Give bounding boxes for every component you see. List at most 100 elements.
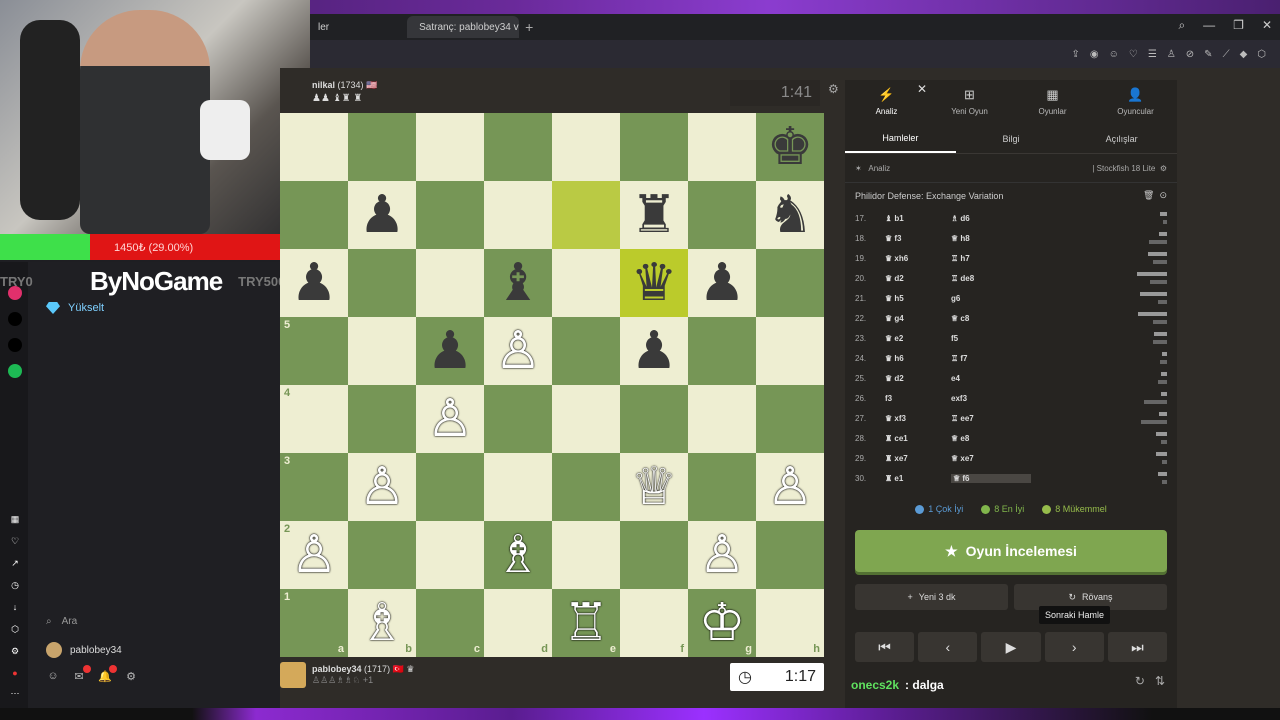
subtab-acilislar[interactable]: Açılışlar (1066, 124, 1177, 153)
check-circle-icon[interactable]: ⊙ (1159, 190, 1167, 200)
white-move[interactable]: ♛ h5 (885, 294, 951, 303)
black-move[interactable]: exf3 (951, 394, 1031, 403)
grid-icon[interactable]: ▦ (8, 512, 22, 526)
settings-icon[interactable]: ⚙ (8, 644, 22, 658)
user-profile[interactable]: pablobey34 (46, 642, 122, 658)
board-square[interactable]: ♝ (484, 249, 552, 317)
black-piece-icon[interactable]: ♞ (767, 189, 814, 241)
board-square[interactable] (756, 385, 824, 453)
board-square[interactable]: ♞ (756, 181, 824, 249)
board-square[interactable] (416, 453, 484, 521)
board-square[interactable] (688, 453, 756, 521)
chess-board[interactable]: ♚ ♟ ♜ ♞ ♟ ♝ ♛ ♟ 5 ♟ ♙ ♟ 4 ♙ 3 ♙ ♕ ♙ ♙ 2 ♗ ♙ 1 a ♗ b c d ♖ e f ♔ g h (280, 113, 824, 657)
opening-name[interactable]: Philidor Defense: Exchange Variation (855, 191, 1003, 201)
black-move[interactable]: ♖ ee7 (951, 414, 1031, 423)
board-square[interactable] (688, 181, 756, 249)
diamond-icon[interactable]: ◆ (1240, 49, 1248, 60)
board-square[interactable]: ♟ (348, 181, 416, 249)
white-move[interactable]: ♝ b1 (885, 214, 951, 223)
board-square[interactable]: ♙ 2 (280, 521, 348, 589)
black-move[interactable]: g6 (951, 294, 1031, 303)
share-icon[interactable]: ⇪ (1072, 49, 1080, 60)
board-square[interactable] (484, 385, 552, 453)
board-square[interactable]: ♙ (756, 453, 824, 521)
tiktok-icon[interactable] (8, 312, 22, 326)
new-tab-button[interactable]: + (525, 19, 533, 35)
flip-board-icon[interactable]: ⇅ (1155, 674, 1165, 688)
board-square[interactable]: ♙ (484, 317, 552, 385)
board-square[interactable] (280, 181, 348, 249)
board-square[interactable] (416, 181, 484, 249)
black-move[interactable]: ♖ f7 (951, 354, 1031, 363)
tab-yeni-oyun[interactable]: ⊞ Yeni Oyun (928, 80, 1011, 122)
pen-icon[interactable]: ✎ (1204, 49, 1212, 60)
board-square[interactable] (688, 113, 756, 181)
player-avatar[interactable] (280, 662, 306, 688)
summary-best[interactable]: 8 En İyi (981, 504, 1024, 514)
spotify-icon[interactable] (8, 364, 22, 378)
board-square[interactable] (416, 521, 484, 589)
white-move[interactable]: ♛ h6 (885, 354, 951, 363)
play-button[interactable]: ▶ (981, 632, 1041, 662)
black-move[interactable]: ♕ e8 (951, 434, 1031, 443)
board-square[interactable]: ♖ e (552, 589, 620, 657)
first-move-button[interactable]: ⏮ (855, 632, 915, 662)
white-move[interactable]: ♛ xf3 (885, 414, 951, 423)
line-icon[interactable]: ⟋ (1223, 49, 1230, 60)
board-square[interactable] (348, 317, 416, 385)
board-square[interactable] (552, 385, 620, 453)
board-square[interactable] (620, 113, 688, 181)
camera-icon[interactable]: ◉ (1090, 49, 1099, 60)
board-square[interactable]: ♙ (348, 453, 416, 521)
board-square[interactable] (552, 453, 620, 521)
extension-icon[interactable]: ⬡ (1257, 49, 1266, 60)
black-piece-icon[interactable]: ♟ (291, 257, 338, 309)
black-piece-icon[interactable]: ♝ (495, 257, 542, 309)
white-piece-icon[interactable]: ♗ (495, 529, 542, 581)
trash-icon[interactable]: 🗑 (1143, 190, 1154, 200)
board-square[interactable] (280, 113, 348, 181)
tab-active[interactable]: Satranç: pablobey34 ve ni (407, 16, 520, 38)
board-square[interactable] (552, 317, 620, 385)
board-square[interactable] (416, 249, 484, 317)
board-square[interactable]: ♟ (688, 249, 756, 317)
white-move[interactable]: ♛ f3 (885, 234, 951, 243)
board-square[interactable]: ♟ (620, 317, 688, 385)
white-piece-icon[interactable]: ♙ (291, 529, 338, 581)
settings-icon[interactable]: ⚙ (124, 670, 138, 684)
board-square[interactable]: ♙ (688, 521, 756, 589)
notification-bell-icon[interactable]: 🔔 (98, 665, 117, 684)
white-piece-icon[interactable]: ♙ (699, 529, 746, 581)
white-move[interactable]: ♛ xh6 (885, 254, 951, 263)
black-piece-icon[interactable]: ♟ (359, 189, 406, 241)
subtab-hamleler[interactable]: Hamleler (845, 124, 956, 153)
board-square[interactable] (552, 181, 620, 249)
black-move[interactable]: ♖ de8 (951, 274, 1031, 283)
white-piece-icon[interactable]: ♙ (427, 393, 474, 445)
board-square[interactable] (756, 317, 824, 385)
board-square[interactable] (484, 113, 552, 181)
board-square[interactable]: 1a (280, 589, 348, 657)
minimize-icon[interactable]: — (1203, 18, 1215, 33)
refresh-icon[interactable]: ↻ (1135, 674, 1145, 688)
black-move[interactable]: ♕ h8 (951, 234, 1031, 243)
board-square[interactable] (756, 249, 824, 317)
white-move[interactable]: ♜ e1 (885, 474, 951, 483)
black-move[interactable]: e4 (951, 374, 1031, 383)
summary-excellent[interactable]: 8 Mükemmel (1042, 504, 1107, 514)
board-square[interactable]: ♟ (280, 249, 348, 317)
list-icon[interactable]: ☰ (1148, 49, 1157, 60)
download-icon[interactable]: ↓ (8, 600, 22, 614)
engine-settings-icon[interactable]: ⚙ (1160, 164, 1167, 173)
white-piece-icon[interactable]: ♖ (563, 597, 610, 649)
friends-icon[interactable]: ☺ (46, 670, 60, 684)
white-move[interactable]: ♛ d2 (885, 274, 951, 283)
tab-previous[interactable]: ler (310, 16, 337, 38)
chart-icon[interactable]: ↗ (8, 556, 22, 570)
white-move[interactable]: ♜ xe7 (885, 454, 951, 463)
next-move-button[interactable]: › (1044, 632, 1104, 662)
black-piece-icon[interactable]: ♚ (767, 121, 814, 173)
board-square[interactable] (756, 521, 824, 589)
previous-move-button[interactable]: ‹ (918, 632, 978, 662)
subtab-bilgi[interactable]: Bilgi (956, 124, 1067, 153)
